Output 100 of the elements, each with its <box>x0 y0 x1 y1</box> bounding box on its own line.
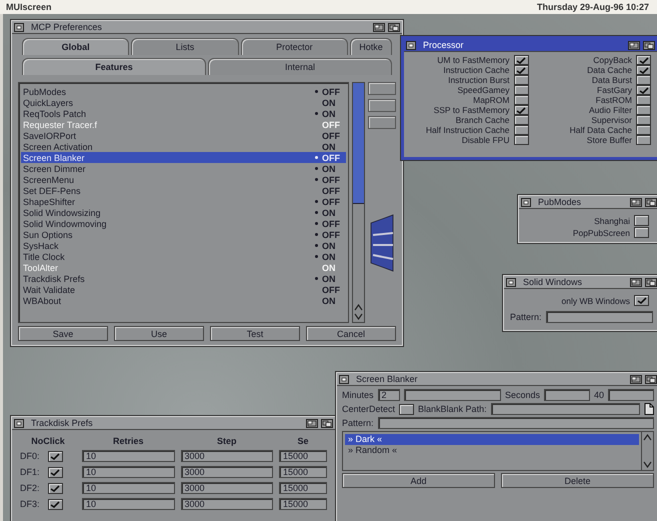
tab[interactable]: Lists <box>131 38 239 55</box>
checkbox[interactable] <box>636 125 651 135</box>
list-item[interactable]: PubModes OFF <box>21 86 346 97</box>
close-icon[interactable] <box>14 418 24 428</box>
zoom-icon[interactable] <box>373 22 385 32</box>
close-icon[interactable] <box>506 278 516 286</box>
list-item[interactable]: SaveIORPort OFF <box>21 130 346 141</box>
input-field[interactable] <box>404 389 501 401</box>
zoom-icon[interactable] <box>306 418 318 428</box>
input-field[interactable]: 10 <box>82 466 174 478</box>
checkbox[interactable] <box>399 404 414 414</box>
checkbox[interactable] <box>634 227 649 238</box>
arrow-up-icon[interactable] <box>354 304 363 311</box>
list-item[interactable]: Solid Windowsizing ON <box>21 207 346 218</box>
input-field[interactable] <box>608 389 654 401</box>
list-item[interactable]: Screen Activation ON <box>21 141 346 152</box>
input-field[interactable]: 3000 <box>180 450 273 462</box>
file-icon[interactable] <box>644 403 654 415</box>
checkbox[interactable] <box>636 85 651 95</box>
close-icon[interactable] <box>14 22 24 32</box>
checkbox[interactable] <box>48 498 63 510</box>
tab[interactable]: Internal <box>208 58 392 75</box>
window-title-bar[interactable]: MCP Preferences <box>12 21 402 34</box>
checkbox[interactable] <box>514 55 528 65</box>
checkbox[interactable] <box>636 95 651 105</box>
depth-icon[interactable] <box>645 198 657 206</box>
input-field[interactable] <box>546 311 653 323</box>
checkbox[interactable] <box>636 55 651 65</box>
window-title-bar[interactable]: Processor <box>404 39 657 52</box>
list-item[interactable]: Trackdisk Prefs ON <box>21 273 346 284</box>
input-field[interactable] <box>378 417 654 429</box>
checkbox[interactable] <box>636 115 651 125</box>
input-field[interactable]: 15000 <box>279 498 327 510</box>
list-item[interactable]: ShapeShifter OFF <box>21 196 346 207</box>
checkbox[interactable] <box>514 135 528 145</box>
checkbox[interactable] <box>514 105 528 115</box>
checkbox[interactable] <box>636 75 651 85</box>
close-icon[interactable] <box>339 374 349 384</box>
checkbox[interactable] <box>514 65 528 75</box>
checkbox[interactable] <box>514 95 528 105</box>
arrow-down-icon[interactable] <box>643 461 652 468</box>
depth-icon[interactable] <box>645 278 657 286</box>
depth-icon[interactable] <box>321 418 333 428</box>
depth-icon[interactable] <box>643 40 655 50</box>
checkbox[interactable] <box>514 85 528 95</box>
input-field[interactable]: 15000 <box>279 482 327 494</box>
checkbox[interactable] <box>636 65 651 75</box>
list-item[interactable]: Solid Windowmoving OFF <box>21 218 346 229</box>
arrow-down-icon[interactable] <box>354 313 363 320</box>
list-item[interactable]: Set DEF-Pens OFF <box>21 185 346 196</box>
button[interactable]: Save <box>18 326 108 341</box>
checkbox[interactable] <box>634 295 649 306</box>
zoom-icon[interactable] <box>630 278 642 286</box>
window-title-bar[interactable]: Screen Blanker <box>337 373 657 386</box>
scrollbar[interactable] <box>352 82 365 323</box>
list-item[interactable]: QuickLayers ON <box>21 97 346 108</box>
list-item[interactable]: Title Clock ON <box>21 251 346 262</box>
close-icon[interactable] <box>406 40 416 50</box>
button[interactable]: Cancel <box>306 326 396 341</box>
list-item[interactable]: Wait Validate OFF <box>21 284 346 295</box>
tab[interactable]: Features <box>22 58 206 75</box>
input-field[interactable]: 10 <box>82 482 174 494</box>
depth-icon[interactable] <box>645 374 657 384</box>
input-field[interactable]: 3000 <box>180 498 273 510</box>
zoom-icon[interactable] <box>630 198 642 206</box>
window-title-bar[interactable]: Solid Windows <box>504 276 657 289</box>
checkbox[interactable] <box>48 466 63 478</box>
tab[interactable]: Protector <box>240 38 348 55</box>
list-item[interactable]: Sun Options OFF <box>21 229 346 240</box>
list-item[interactable]: Screen Dimmer ON <box>21 163 346 174</box>
checkbox[interactable] <box>636 105 651 115</box>
list-item[interactable]: ScreenMenu OFF <box>21 174 346 185</box>
tab[interactable]: Hotke <box>350 38 392 55</box>
arrow-up-icon[interactable] <box>643 434 652 441</box>
button[interactable]: Use <box>114 326 204 341</box>
side-button[interactable] <box>368 116 396 129</box>
side-button[interactable] <box>368 82 396 95</box>
input-field[interactable] <box>544 389 590 401</box>
input-field[interactable]: 15000 <box>279 466 327 478</box>
checkbox[interactable] <box>634 215 649 226</box>
list-item[interactable]: ReqTools Patch ON <box>21 108 346 119</box>
input-field[interactable] <box>490 403 640 415</box>
checkbox[interactable] <box>636 135 651 145</box>
input-field[interactable]: 2 <box>378 389 400 401</box>
checkbox[interactable] <box>514 75 528 85</box>
zoom-icon[interactable] <box>630 374 642 384</box>
close-icon[interactable] <box>521 198 531 206</box>
scrollbar-knob[interactable] <box>353 83 364 204</box>
input-field[interactable]: 3000 <box>180 482 273 494</box>
list-item[interactable]: » Random « <box>345 445 639 456</box>
list-item[interactable]: Screen Blanker OFF <box>21 152 346 163</box>
window-title-bar[interactable]: PubModes <box>519 196 657 209</box>
input-field[interactable]: 15000 <box>279 450 327 462</box>
input-field[interactable]: 10 <box>82 450 174 462</box>
list-item[interactable]: » Dark « <box>345 434 639 445</box>
checkbox[interactable] <box>514 115 528 125</box>
side-button[interactable] <box>368 99 396 112</box>
tab[interactable]: Global <box>22 38 130 55</box>
input-field[interactable]: 3000 <box>180 466 273 478</box>
window-title-bar[interactable]: Trackdisk Prefs <box>12 417 335 430</box>
